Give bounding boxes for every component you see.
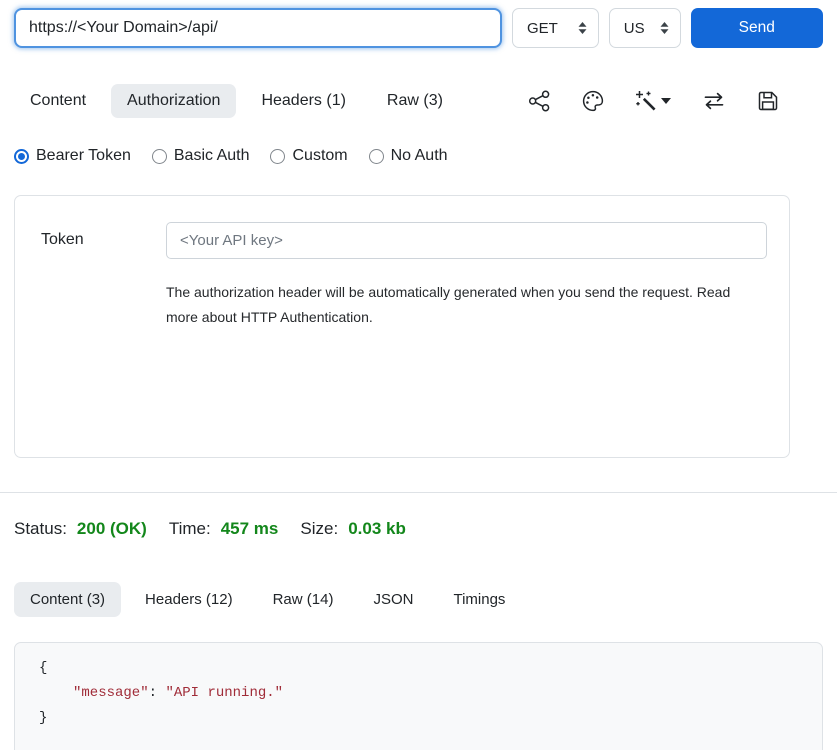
region-select[interactable]: US <box>609 8 681 48</box>
radio-icon <box>270 149 285 164</box>
tab-response-timings[interactable]: Timings <box>437 582 521 617</box>
stepper-icon <box>578 21 587 35</box>
auth-option-label: Custom <box>292 147 347 165</box>
url-input[interactable] <box>14 8 502 48</box>
auth-option-label: Bearer Token <box>36 147 131 165</box>
code-line: } <box>39 706 822 731</box>
time-value: 457 ms <box>221 519 279 539</box>
region-select-value: US <box>624 20 645 37</box>
json-separator: : <box>149 685 166 701</box>
tab-response-raw[interactable]: Raw (14) <box>257 582 350 617</box>
status-group: Status: 200 (OK) <box>14 519 147 539</box>
save-icon[interactable] <box>757 90 779 112</box>
tab-authorization[interactable]: Authorization <box>111 84 236 118</box>
radio-icon <box>369 149 384 164</box>
tab-headers[interactable]: Headers (1) <box>245 84 361 118</box>
json-value: "API running." <box>165 685 283 701</box>
tab-response-headers[interactable]: Headers (12) <box>129 582 249 617</box>
stepper-icon <box>660 21 669 35</box>
tab-response-json[interactable]: JSON <box>357 582 429 617</box>
radio-icon <box>14 149 29 164</box>
size-value: 0.03 kb <box>348 519 406 539</box>
token-input[interactable] <box>166 222 767 259</box>
api-client-app: GET US Send Content Authorization <box>0 0 837 750</box>
time-group: Time: 457 ms <box>169 519 279 539</box>
request-tabs-row: Content Authorization Headers (1) Raw (3… <box>0 84 837 118</box>
radio-icon <box>152 149 167 164</box>
token-label: Token <box>41 222 166 457</box>
code-line: "message": "API running." <box>39 681 822 706</box>
auth-option-no-auth[interactable]: No Auth <box>369 147 448 165</box>
icon-toolbar <box>527 90 779 112</box>
method-select[interactable]: GET <box>512 8 599 48</box>
response-tabs: Content (3) Headers (12) Raw (14) JSON T… <box>14 582 823 617</box>
status-label: Status: <box>14 519 67 539</box>
auth-mode-options: Bearer Token Basic Auth Custom No Auth <box>14 147 823 165</box>
code-line: { <box>39 656 822 681</box>
auth-option-label: Basic Auth <box>174 147 250 165</box>
send-button[interactable]: Send <box>691 8 823 48</box>
auth-option-bearer-token[interactable]: Bearer Token <box>14 147 131 165</box>
response-status-bar: Status: 200 (OK) Time: 457 ms Size: 0.03… <box>14 519 823 539</box>
auth-option-custom[interactable]: Custom <box>270 147 347 165</box>
palette-icon[interactable] <box>582 90 604 112</box>
chevron-down-icon <box>661 98 671 104</box>
section-divider <box>0 492 837 493</box>
size-label: Size: <box>300 519 338 539</box>
time-label: Time: <box>169 519 211 539</box>
status-code-value: 200 (OK) <box>77 519 147 539</box>
token-panel: Token The authorization header will be a… <box>14 195 790 458</box>
method-select-value: GET <box>527 20 558 37</box>
json-key: "message" <box>73 685 149 701</box>
share-icon[interactable] <box>527 90 551 112</box>
response-body-panel[interactable]: { "message": "API running." } <box>14 642 823 750</box>
request-tabs: Content Authorization Headers (1) Raw (3… <box>14 84 459 118</box>
swap-arrows-icon[interactable] <box>702 91 726 111</box>
tab-content[interactable]: Content <box>14 84 102 118</box>
tab-raw[interactable]: Raw (3) <box>371 84 459 118</box>
response-body-code: { "message": "API running." } <box>39 656 822 731</box>
auth-option-label: No Auth <box>391 147 448 165</box>
tab-response-content[interactable]: Content (3) <box>14 582 121 617</box>
size-group: Size: 0.03 kb <box>300 519 405 539</box>
request-bar: GET US Send <box>0 0 837 48</box>
auth-option-basic-auth[interactable]: Basic Auth <box>152 147 250 165</box>
token-help-text: The authorization header will be automat… <box>166 280 752 330</box>
token-panel-main: The authorization header will be automat… <box>166 222 767 457</box>
magic-wand-icon[interactable] <box>635 90 671 112</box>
